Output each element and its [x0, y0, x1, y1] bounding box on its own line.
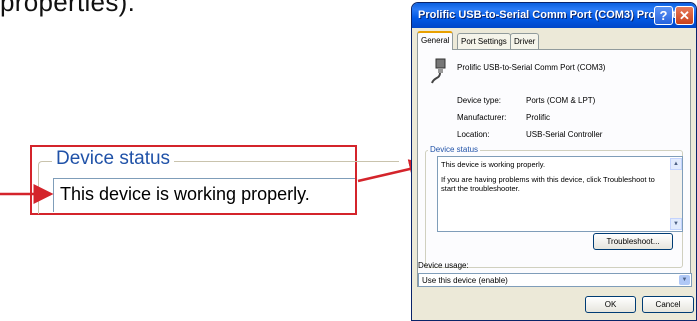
device-usage-value: Use this device (enable) — [422, 276, 508, 285]
general-tab-panel: Prolific USB-to-Serial Comm Port (COM3) … — [417, 49, 691, 287]
scroll-up-icon[interactable]: ▲ — [670, 158, 682, 170]
scroll-down-icon[interactable]: ▼ — [670, 218, 682, 230]
tab-driver[interactable]: Driver — [510, 33, 540, 49]
device-status-text: This device is working properly. If you … — [441, 160, 666, 193]
ok-button[interactable]: OK — [585, 296, 636, 313]
manufacturer-value: Prolific — [526, 113, 551, 122]
troubleshoot-button[interactable]: Troubleshoot... — [593, 233, 673, 250]
status-line-1: This device is working properly. — [441, 160, 546, 169]
window-title: Prolific USB-to-Serial Comm Port (COM3) … — [418, 9, 692, 21]
tab-general[interactable]: General — [417, 31, 454, 50]
device-type-label: Device type: — [457, 96, 502, 105]
device-usage-label: Device usage: — [418, 261, 469, 270]
serial-port-icon — [431, 58, 446, 84]
tab-port-settings[interactable]: Port Settings — [457, 33, 511, 49]
properties-dialog: Prolific USB-to-Serial Comm Port (COM3) … — [411, 2, 697, 321]
device-status-legend: Device status — [428, 145, 481, 154]
device-name: Prolific USB-to-Serial Comm Port (COM3) — [457, 63, 606, 72]
device-usage-select[interactable]: Use this device (enable) ▼ — [418, 273, 692, 287]
device-status-textbox[interactable]: This device is working properly. If you … — [437, 156, 683, 232]
manufacturer-label: Manufacturer: — [457, 113, 507, 122]
cancel-button[interactable]: Cancel — [642, 296, 694, 313]
close-button[interactable]: ✕ — [675, 6, 694, 25]
location-label: Location: — [457, 130, 490, 139]
status-scrollbar[interactable]: ▲ ▼ — [670, 158, 682, 230]
chevron-down-icon[interactable]: ▼ — [679, 275, 690, 285]
title-bar[interactable]: Prolific USB-to-Serial Comm Port (COM3) … — [412, 3, 696, 28]
help-button[interactable]: ? — [654, 6, 673, 25]
status-line-2: If you are having problems with this dev… — [441, 175, 655, 193]
location-value: USB-Serial Controller — [526, 130, 603, 139]
device-type-value: Ports (COM & LPT) — [526, 96, 596, 105]
